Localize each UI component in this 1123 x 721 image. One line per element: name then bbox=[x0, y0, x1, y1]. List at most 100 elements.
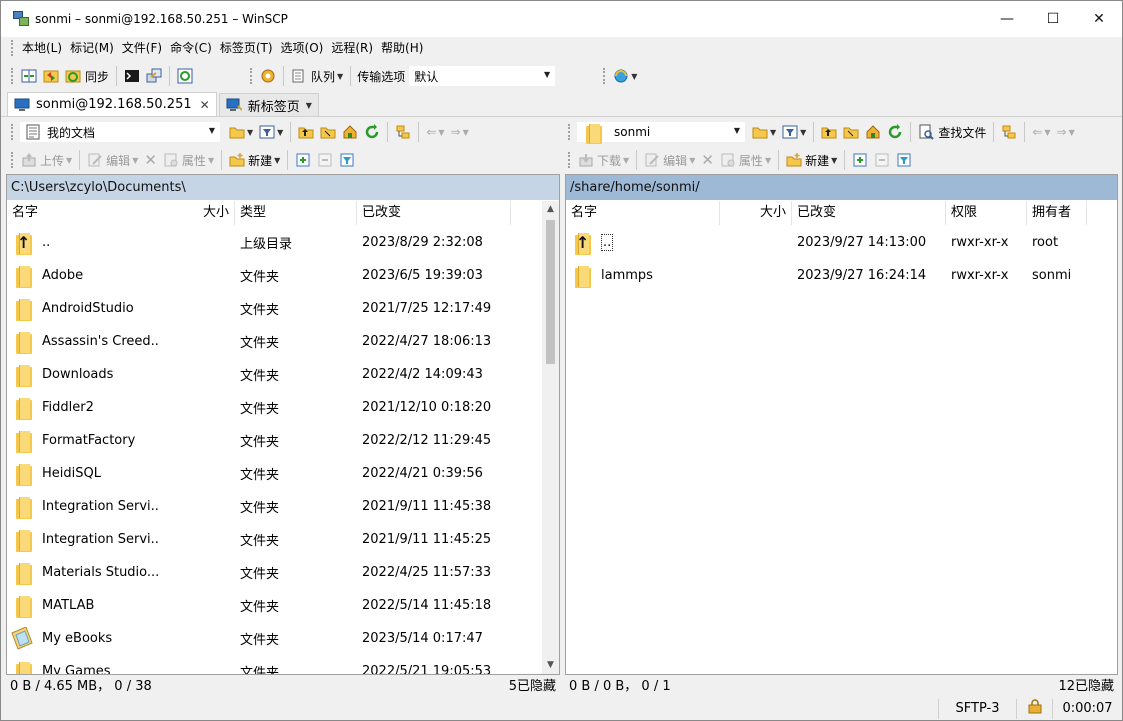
synchronize-button[interactable]: 同步 bbox=[62, 64, 112, 88]
remote-col-name[interactable]: 名字 bbox=[566, 201, 720, 225]
maximize-button[interactable]: ☐ bbox=[1030, 1, 1076, 37]
remote-open-directory-button[interactable]: ▼ bbox=[749, 120, 779, 144]
open-terminal-button[interactable] bbox=[121, 64, 143, 88]
menu-help[interactable]: 帮助(H) bbox=[377, 38, 427, 58]
table-row[interactable]: Adobe 文件夹 2023/6/5 19:39:03 bbox=[7, 259, 543, 292]
local-home-directory-button[interactable] bbox=[339, 120, 361, 144]
remote-status-hidden[interactable]: 12已隐藏 bbox=[1058, 676, 1114, 698]
table-row[interactable]: ↑.. 2023/9/27 14:13:00 rwxr-xr-x root bbox=[566, 226, 1106, 259]
menu-options[interactable]: 选项(O) bbox=[277, 38, 328, 58]
find-files-button[interactable]: 查找文件 bbox=[915, 120, 989, 144]
menu-file[interactable]: 文件(F) bbox=[118, 38, 166, 58]
local-back-button[interactable]: ⇐ ▼ bbox=[423, 120, 447, 144]
local-path-bar[interactable]: C:\Users\zcylo\Documents\ bbox=[7, 175, 559, 200]
remote-forward-button[interactable]: ⇒ ▼ bbox=[1054, 120, 1078, 144]
local-filter-button[interactable]: ▼ bbox=[256, 120, 286, 144]
queue-button[interactable]: 队列 ▼ bbox=[288, 64, 346, 88]
menu-tabs[interactable]: 标签页(T) bbox=[216, 38, 277, 58]
local-delete-button[interactable]: ✕ bbox=[141, 148, 160, 172]
table-row[interactable]: Downloads 文件夹 2022/4/2 14:09:43 bbox=[7, 358, 543, 391]
local-panel[interactable]: C:\Users\zcylo\Documents\ 名字 大小 类型 已改变 ↑… bbox=[6, 174, 560, 675]
local-file-list[interactable]: ↑.. 上级目录 2023/8/29 2:32:08 Adobe 文件夹 2023/6/5… bbox=[7, 226, 543, 674]
refresh-session-button[interactable] bbox=[174, 64, 196, 88]
scroll-thumb[interactable] bbox=[546, 220, 555, 364]
local-col-type[interactable]: 类型 bbox=[235, 201, 357, 225]
remote-select-all-button[interactable] bbox=[849, 148, 871, 172]
local-refresh-button[interactable] bbox=[361, 120, 383, 144]
local-col-changed[interactable]: 已改变 bbox=[357, 201, 511, 225]
table-row[interactable]: HeidiSQL 文件夹 2022/4/21 0:39:56 bbox=[7, 457, 543, 490]
transfer-settings-select[interactable]: 默认 ▼ bbox=[409, 66, 556, 86]
toolbar-grip[interactable] bbox=[11, 152, 14, 168]
remote-properties-button[interactable]: 属性 ▼ bbox=[717, 148, 774, 172]
remote-delete-button[interactable]: ✕ bbox=[698, 148, 717, 172]
remote-parent-directory-button[interactable] bbox=[818, 120, 840, 144]
remote-unselect-button[interactable] bbox=[871, 148, 893, 172]
table-row[interactable]: Fiddler2 文件夹 2021/12/10 0:18:20 bbox=[7, 391, 543, 424]
menu-local[interactable]: 本地(L) bbox=[18, 38, 66, 58]
close-tab-icon[interactable]: ✕ bbox=[200, 98, 210, 112]
menu-mark[interactable]: 标记(M) bbox=[66, 38, 118, 58]
putty-button[interactable] bbox=[143, 64, 165, 88]
close-button[interactable]: ✕ bbox=[1076, 1, 1122, 37]
remote-location-select[interactable]: sonmi ▼ bbox=[577, 122, 745, 144]
local-edit-button[interactable]: 编辑 ▼ bbox=[84, 148, 141, 172]
local-properties-button[interactable]: 属性 ▼ bbox=[160, 148, 217, 172]
local-select-all-button[interactable] bbox=[292, 148, 314, 172]
toolbar-grip[interactable] bbox=[11, 40, 14, 56]
remote-file-list[interactable]: ↑.. 2023/9/27 14:13:00 rwxr-xr-x root lammps… bbox=[566, 226, 1106, 674]
local-root-directory-button[interactable] bbox=[317, 120, 339, 144]
local-scrollbar[interactable]: ▲ ▼ bbox=[542, 201, 559, 674]
menu-remote[interactable]: 远程(R) bbox=[327, 38, 377, 58]
table-row[interactable]: My Games 文件夹 2022/5/21 19:05:53 bbox=[7, 655, 543, 674]
remote-panel[interactable]: /share/home/sonmi/ 名字 大小 已改变 权限 拥有者 ↑.. 2… bbox=[565, 174, 1118, 675]
local-status-hidden[interactable]: 5已隐藏 bbox=[509, 676, 556, 698]
table-row[interactable]: Materials Studio... 文件夹 2022/4/25 11:57:33 bbox=[7, 556, 543, 589]
protocol-indicator[interactable]: SFTP-3 bbox=[938, 699, 1016, 719]
remote-edit-button[interactable]: 编辑 ▼ bbox=[641, 148, 698, 172]
local-filter-select-button[interactable] bbox=[336, 148, 358, 172]
remote-col-owner[interactable]: 拥有者 bbox=[1027, 201, 1087, 225]
local-col-name[interactable]: 名字 大小 bbox=[7, 201, 235, 225]
remote-root-directory-button[interactable] bbox=[840, 120, 862, 144]
local-col-size-label[interactable]: 大小 bbox=[203, 201, 229, 225]
remote-refresh-button[interactable] bbox=[884, 120, 906, 144]
local-open-directory-button[interactable]: ▼ bbox=[226, 120, 256, 144]
table-row[interactable]: AndroidStudio 文件夹 2021/7/25 12:17:49 bbox=[7, 292, 543, 325]
preferences-button[interactable] bbox=[257, 64, 279, 88]
remote-col-size[interactable]: 大小 bbox=[720, 201, 792, 225]
toolbar-grip[interactable] bbox=[568, 152, 571, 168]
menu-commands[interactable]: 命令(C) bbox=[166, 38, 216, 58]
table-row[interactable]: ↑.. 上级目录 2023/8/29 2:32:08 bbox=[7, 226, 543, 259]
local-new-button[interactable]: 新建 ▼ bbox=[226, 148, 283, 172]
remote-back-button[interactable]: ⇐ ▼ bbox=[1029, 120, 1053, 144]
remote-col-rights[interactable]: 权限 bbox=[946, 201, 1027, 225]
table-row[interactable]: My eBooks 文件夹 2023/5/14 0:17:47 bbox=[7, 622, 543, 655]
toolbar-grip[interactable] bbox=[11, 124, 14, 140]
encryption-status[interactable] bbox=[1016, 698, 1052, 719]
table-row[interactable]: MATLAB 文件夹 2022/5/14 11:45:18 bbox=[7, 589, 543, 622]
scroll-up-icon[interactable]: ▲ bbox=[542, 201, 559, 218]
toolbar-grip[interactable] bbox=[568, 124, 571, 140]
toolbar-grip[interactable] bbox=[11, 68, 14, 84]
download-button[interactable]: 下载 ▼ bbox=[575, 148, 632, 172]
remote-new-button[interactable]: 新建 ▼ bbox=[783, 148, 840, 172]
tab-new[interactable]: 新标签页 ▼ bbox=[218, 93, 319, 116]
remote-tree-button[interactable] bbox=[998, 120, 1020, 144]
keep-up-to-date-button[interactable]: ▼ bbox=[610, 64, 640, 88]
title-bar[interactable]: sonmi – sonmi@192.168.50.251 – WinSCP — … bbox=[1, 1, 1122, 37]
scroll-down-icon[interactable]: ▼ bbox=[542, 657, 559, 674]
upload-button[interactable]: 上传 ▼ bbox=[18, 148, 75, 172]
local-forward-button[interactable]: ⇒ ▼ bbox=[448, 120, 472, 144]
remote-home-directory-button[interactable] bbox=[862, 120, 884, 144]
remote-col-changed[interactable]: 已改变 bbox=[792, 201, 946, 225]
table-row[interactable]: Integration Servi... 文件夹 2021/9/11 11:45:3… bbox=[7, 490, 543, 523]
tab-session[interactable]: sonmi@192.168.50.251 ✕ bbox=[7, 92, 217, 116]
remote-path-bar[interactable]: /share/home/sonmi/ bbox=[566, 175, 1117, 200]
table-row[interactable]: Integration Servi... 文件夹 2021/9/11 11:45:2… bbox=[7, 523, 543, 556]
local-unselect-button[interactable] bbox=[314, 148, 336, 172]
local-location-select[interactable]: 我的文档 ▼ bbox=[20, 122, 220, 142]
table-row[interactable]: FormatFactory 文件夹 2022/2/12 11:29:45 bbox=[7, 424, 543, 457]
compare-directories-button[interactable] bbox=[18, 64, 40, 88]
toolbar-grip[interactable] bbox=[603, 68, 606, 84]
